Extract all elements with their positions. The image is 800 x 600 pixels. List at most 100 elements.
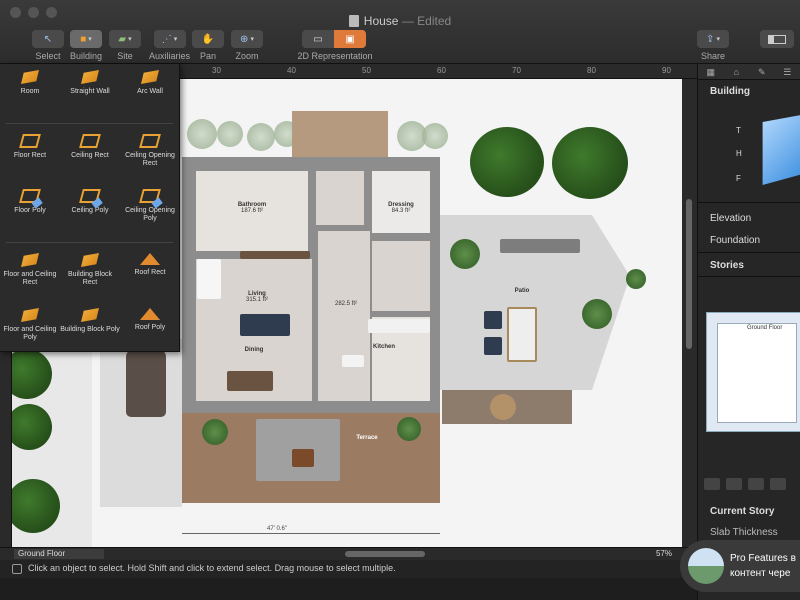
roof-poly-icon [140,308,160,320]
add-story-above-icon[interactable] [704,478,720,490]
ceiling-opening-poly-tool[interactable]: Ceiling Opening Poly [120,183,180,238]
roof-rect-tool[interactable]: Roof Rect [120,247,180,302]
coffee-table[interactable] [292,449,314,467]
vertical-scrollbar[interactable] [682,79,697,547]
label-living: Living 315.1 ft² [245,291,268,303]
potted-plant[interactable] [450,239,480,269]
object-tab-icon[interactable]: ⌂ [724,64,750,79]
ruler-mark: 50 [362,66,371,75]
status-bar: Click an object to select. Hold Shift an… [0,560,697,578]
toolbar: House — Edited ↖ Select ■ ▾ Building ▰ ▾ S… [0,0,800,64]
kitchen-island[interactable] [342,355,364,367]
floor-selector[interactable]: Ground Floor [14,549,104,559]
potted-plant[interactable] [582,299,612,329]
ceiling-opening-rect-tool[interactable]: Ceiling Opening Rect [120,128,180,183]
building-block-rect-icon [81,253,99,267]
chevron-down-icon: ▾ [88,36,92,43]
dimension-line [182,533,440,534]
hand-icon: ✋ [201,33,215,45]
scroll-thumb[interactable] [686,199,692,349]
ceiling-poly-tool[interactable]: Ceiling Poly [60,183,120,238]
shrub[interactable] [422,123,448,149]
outdoor-bench[interactable] [500,239,580,253]
plan-view-icon[interactable]: ▭ [302,30,334,48]
zoom-tool-button[interactable]: ⊕ ▾ Zoom [231,30,263,61]
patio-chair[interactable] [484,311,502,329]
cabinet[interactable] [240,251,310,259]
floor-poly-tool[interactable]: Floor Poly [0,183,60,238]
staircase[interactable] [197,259,221,299]
potted-plant[interactable] [202,419,228,445]
entrance-porch[interactable] [292,111,388,157]
auxiliaries-tool-button[interactable]: ⋰ ▾ Auxiliaries [149,30,190,61]
share-button[interactable]: ⇪ ▾ Share [697,30,729,61]
patio-table[interactable] [507,307,537,362]
arc-wall-tool[interactable]: Arc Wall [120,64,180,119]
floor-rect-icon [19,134,41,148]
patio-chair[interactable] [484,337,502,355]
story-preview [717,323,797,423]
building-tool-button[interactable]: ■ ▾ Building [70,30,102,61]
ruler-mark: 70 [512,66,521,75]
status-text: Click an object to select. Hold Shift an… [28,563,396,573]
help-icon[interactable] [12,564,22,574]
rendered-view-icon[interactable]: ▣ [334,30,366,48]
arrow-cursor-icon: ↖ [43,33,53,45]
room-tool[interactable]: Room [0,64,60,119]
library-tab-icon[interactable]: ▦ [698,64,724,79]
tree[interactable] [470,127,544,197]
separator [698,252,800,253]
room-hall[interactable] [318,231,370,401]
potted-plant[interactable] [397,417,421,441]
room-closet[interactable] [372,241,430,311]
horizontal-scroll-thumb[interactable] [345,551,425,557]
floor-and-ceiling-poly-tool[interactable]: Floor and Ceiling Poly [0,302,60,357]
straight-wall-tool[interactable]: Straight Wall [60,64,120,119]
floor-poly-icon [19,189,41,203]
car[interactable] [126,349,166,417]
potted-plant[interactable] [626,269,646,289]
tree[interactable] [552,127,628,199]
chevron-down-icon: ▾ [250,36,254,43]
shrub[interactable] [217,121,243,147]
sidebar-toggle-button[interactable] [760,30,794,48]
room-wc[interactable] [316,171,364,225]
label-dressing: Dressing 84.3 ft² [388,202,414,214]
kitchen-counter[interactable] [368,319,430,333]
building-block-rect-tool[interactable]: Building Block Rect [60,247,120,302]
building-block-icon: ■ [80,33,87,45]
separator [6,242,173,243]
inspector-tabs: ▦ ⌂ ✎ ☰ [698,64,800,80]
sofa[interactable] [240,314,290,336]
slab-thickness-row[interactable]: Slab Thickness [710,527,778,538]
shrub[interactable] [187,119,217,149]
elevation-row[interactable]: Elevation [710,213,751,224]
foundation-row[interactable]: Foundation [710,235,760,246]
label-patio: Patio [514,288,530,294]
story-thumbnail[interactable]: Ground Floor [706,312,800,432]
floor-and-ceiling-rect-tool[interactable]: Floor and Ceiling Rect [0,247,60,302]
add-story-below-icon[interactable] [726,478,742,490]
shrub[interactable] [247,123,275,151]
select-tool-button[interactable]: ↖ Select [32,30,64,61]
round-table[interactable] [490,394,516,420]
roof-poly-tool[interactable]: Roof Poly [120,302,180,357]
label-bathroom: Bathroom 187.6 ft² [237,202,267,214]
floor-rect-tool[interactable]: Floor Rect [0,128,60,183]
pan-tool-button[interactable]: ✋ Pan [192,30,224,61]
ceiling-rect-tool[interactable]: Ceiling Rect [60,128,120,183]
layers-tab-icon[interactable]: ☰ [775,64,800,79]
pro-features-banner[interactable]: Pro Features в контент чере [680,540,800,592]
app-logo-icon [688,548,724,584]
zoom-level[interactable]: 57% [656,549,672,558]
delete-story-icon[interactable] [770,478,786,490]
straight-wall-icon [81,70,99,84]
building-block-poly-tool[interactable]: Building Block Poly [60,302,120,357]
building-tools-palette: Room Straight Wall Arc Wall Floor Rect C… [0,64,180,352]
site-tool-button[interactable]: ▰ ▾ Site [109,30,141,61]
representation-toggle[interactable]: ▭ ▣ [302,30,366,48]
floor-and-ceiling-poly-icon [21,308,39,322]
dining-table[interactable] [227,371,273,391]
story-settings-icon[interactable] [748,478,764,490]
edit-tab-icon[interactable]: ✎ [749,64,775,79]
